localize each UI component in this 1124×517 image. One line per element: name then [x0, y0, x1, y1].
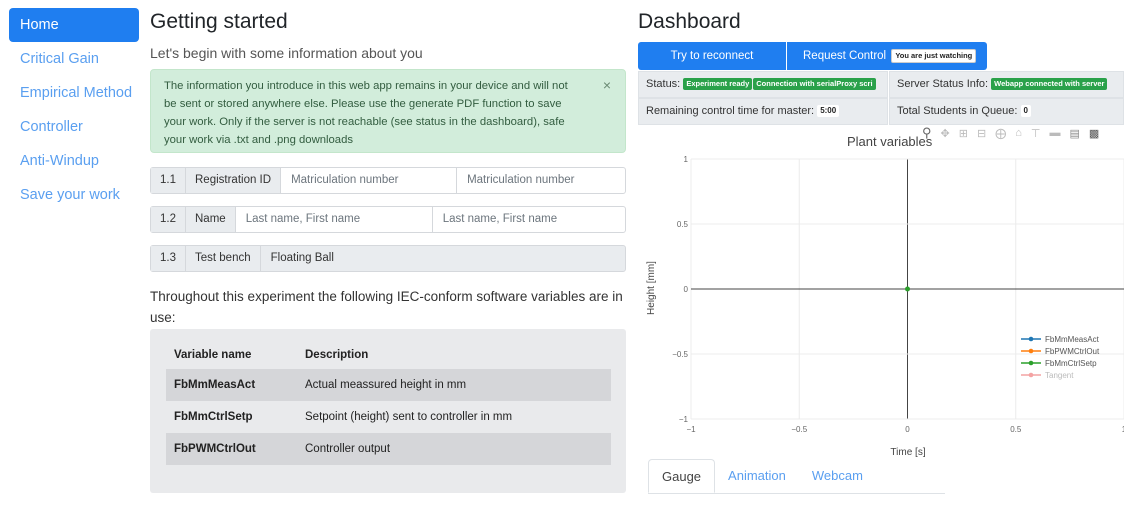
reconnect-button[interactable]: Try to reconnect	[638, 42, 786, 70]
matriculation-input-1[interactable]: Matriculation number	[281, 168, 458, 193]
variable-name: FbPWMCtrlOut	[166, 433, 297, 465]
sidebar-item-save-your-work[interactable]: Save your work	[9, 178, 139, 212]
chart-points	[905, 286, 910, 292]
tab-animation[interactable]: Animation	[715, 459, 799, 493]
legend-label: FbMmMeasAct	[1045, 335, 1100, 344]
queue-label: Total Students in Queue:	[897, 105, 1018, 117]
legend-label: FbPWMCtrlOut	[1045, 347, 1100, 356]
variable-name: FbMmMeasAct	[166, 369, 297, 401]
variable-description: Controller output	[297, 433, 611, 465]
table-header: Description	[305, 349, 369, 361]
sidebar: Home Critical Gain Empirical Method Cont…	[9, 8, 139, 212]
legend-marker	[1028, 348, 1034, 354]
variable-description: Setpoint (height) sent to controller in …	[305, 411, 513, 423]
legend-marker	[1028, 360, 1034, 366]
sidebar-item-anti-windup[interactable]: Anti-Windup	[9, 144, 139, 178]
variables-table: Variable name Description FbMmMeasAct Ac…	[166, 341, 611, 465]
server-status-label: Server Status Info:	[897, 78, 989, 90]
variable-name: FbMmCtrlSetp	[174, 411, 253, 423]
y-axis-label: Height [mm]	[646, 261, 657, 315]
remaining-value: 5:00	[817, 105, 840, 118]
y-tick-label: 0.5	[677, 220, 689, 229]
queue-cell: Total Students in Queue: 0	[889, 98, 1124, 125]
x-tick-label: −1	[686, 425, 696, 434]
name-input-1[interactable]: Last name, First name	[236, 207, 433, 232]
legend-label: FbMmCtrlSetp	[1045, 359, 1097, 368]
info-alert: The information you introduce in this we…	[150, 69, 626, 153]
table-row: FbMmMeasAct Actual meassured height in m…	[166, 369, 611, 401]
tab-webcam[interactable]: Webcam	[799, 459, 876, 493]
legend-label: Tangent	[1045, 371, 1074, 380]
chart-title: Plant variables	[847, 134, 933, 149]
x-tick-label: 0.5	[1010, 425, 1022, 434]
status-cell: Status: Experiment ready Connection with …	[638, 71, 888, 98]
field-label: Registration ID	[186, 168, 282, 193]
dashboard-title: Dashboard	[638, 10, 741, 33]
y-tick-label: −0.5	[672, 350, 688, 359]
alert-text: The information you introduce in this we…	[164, 80, 568, 146]
request-control-label: Request Control	[803, 50, 887, 62]
server-status-badge: Webapp connected with server	[991, 78, 1108, 91]
table-header: Variable name	[174, 349, 252, 361]
chart-legend: FbMmMeasAct FbPWMCtrlOut FbMmCtrlSetp Tange…	[1021, 335, 1100, 380]
field-number: 1.2	[151, 207, 186, 232]
request-control-button[interactable]: Request Control You are just watching	[787, 42, 987, 70]
variables-table-box: Variable name Description FbMmMeasAct Ac…	[150, 329, 626, 493]
sidebar-item-home[interactable]: Home	[9, 8, 139, 42]
x-tick-label: 0	[905, 425, 910, 434]
variable-description: Actual meassured height in mm	[297, 369, 611, 401]
sidebar-item-empirical-method[interactable]: Empirical Method	[9, 76, 139, 110]
registration-id-group: 1.1 Registration ID Matriculation number…	[150, 167, 626, 194]
remaining-label: Remaining control time for master:	[646, 105, 815, 117]
x-tick-label: −0.5	[791, 425, 807, 434]
table-row: FbMmCtrlSetp Setpoint (height) sent to c…	[166, 401, 611, 433]
sidebar-item-critical-gain[interactable]: Critical Gain	[9, 42, 139, 76]
server-status-cell: Server Status Info: Webapp connected wit…	[889, 71, 1124, 98]
plant-variables-chart: Plant variables −1−0.500.5110.50−0.5−1 T…	[646, 134, 1124, 458]
table-row: FbPWMCtrlOut Controller output	[166, 433, 611, 465]
status-label: Status:	[646, 78, 681, 90]
dashboard-tabs: Gauge Animation Webcam	[648, 459, 945, 494]
name-input-2[interactable]: Last name, First name	[433, 207, 625, 232]
remaining-time-cell: Remaining control time for master: 5:00	[638, 98, 888, 125]
field-number: 1.3	[151, 246, 186, 271]
status-badge: Experiment ready	[683, 78, 753, 91]
intro-text: Throughout this experiment the following…	[150, 289, 623, 325]
sidebar-item-controller[interactable]: Controller	[9, 110, 139, 144]
legend-marker	[1028, 336, 1034, 342]
y-tick-label: 1	[684, 155, 689, 164]
status-badge: Connection with serialProxy scri	[753, 78, 876, 91]
y-tick-label: 0	[684, 285, 689, 294]
page-subtitle: Let's begin with some information about …	[150, 45, 423, 61]
y-tick-label: −1	[679, 415, 689, 424]
watching-badge: You are just watching	[891, 48, 977, 63]
data-point	[905, 286, 910, 292]
name-group: 1.2 Name Last name, First name Last name…	[150, 206, 626, 233]
matriculation-input-2[interactable]: Matriculation number	[457, 168, 625, 193]
close-icon[interactable]: ×	[603, 76, 611, 94]
page-title: Getting started	[150, 10, 288, 33]
test-bench-group: 1.3 Test bench Floating Ball	[150, 245, 626, 272]
field-number: 1.1	[151, 168, 186, 193]
test-bench-value: Floating Ball	[270, 252, 334, 264]
field-label: Name	[186, 207, 236, 232]
legend-marker	[1028, 372, 1034, 378]
queue-value: 0	[1020, 105, 1031, 118]
tab-gauge[interactable]: Gauge	[648, 459, 716, 493]
chart-ticks: −1−0.500.5110.50−0.5−1	[672, 155, 1124, 434]
field-label: Test bench	[186, 246, 261, 271]
x-axis-label: Time [s]	[890, 447, 925, 458]
